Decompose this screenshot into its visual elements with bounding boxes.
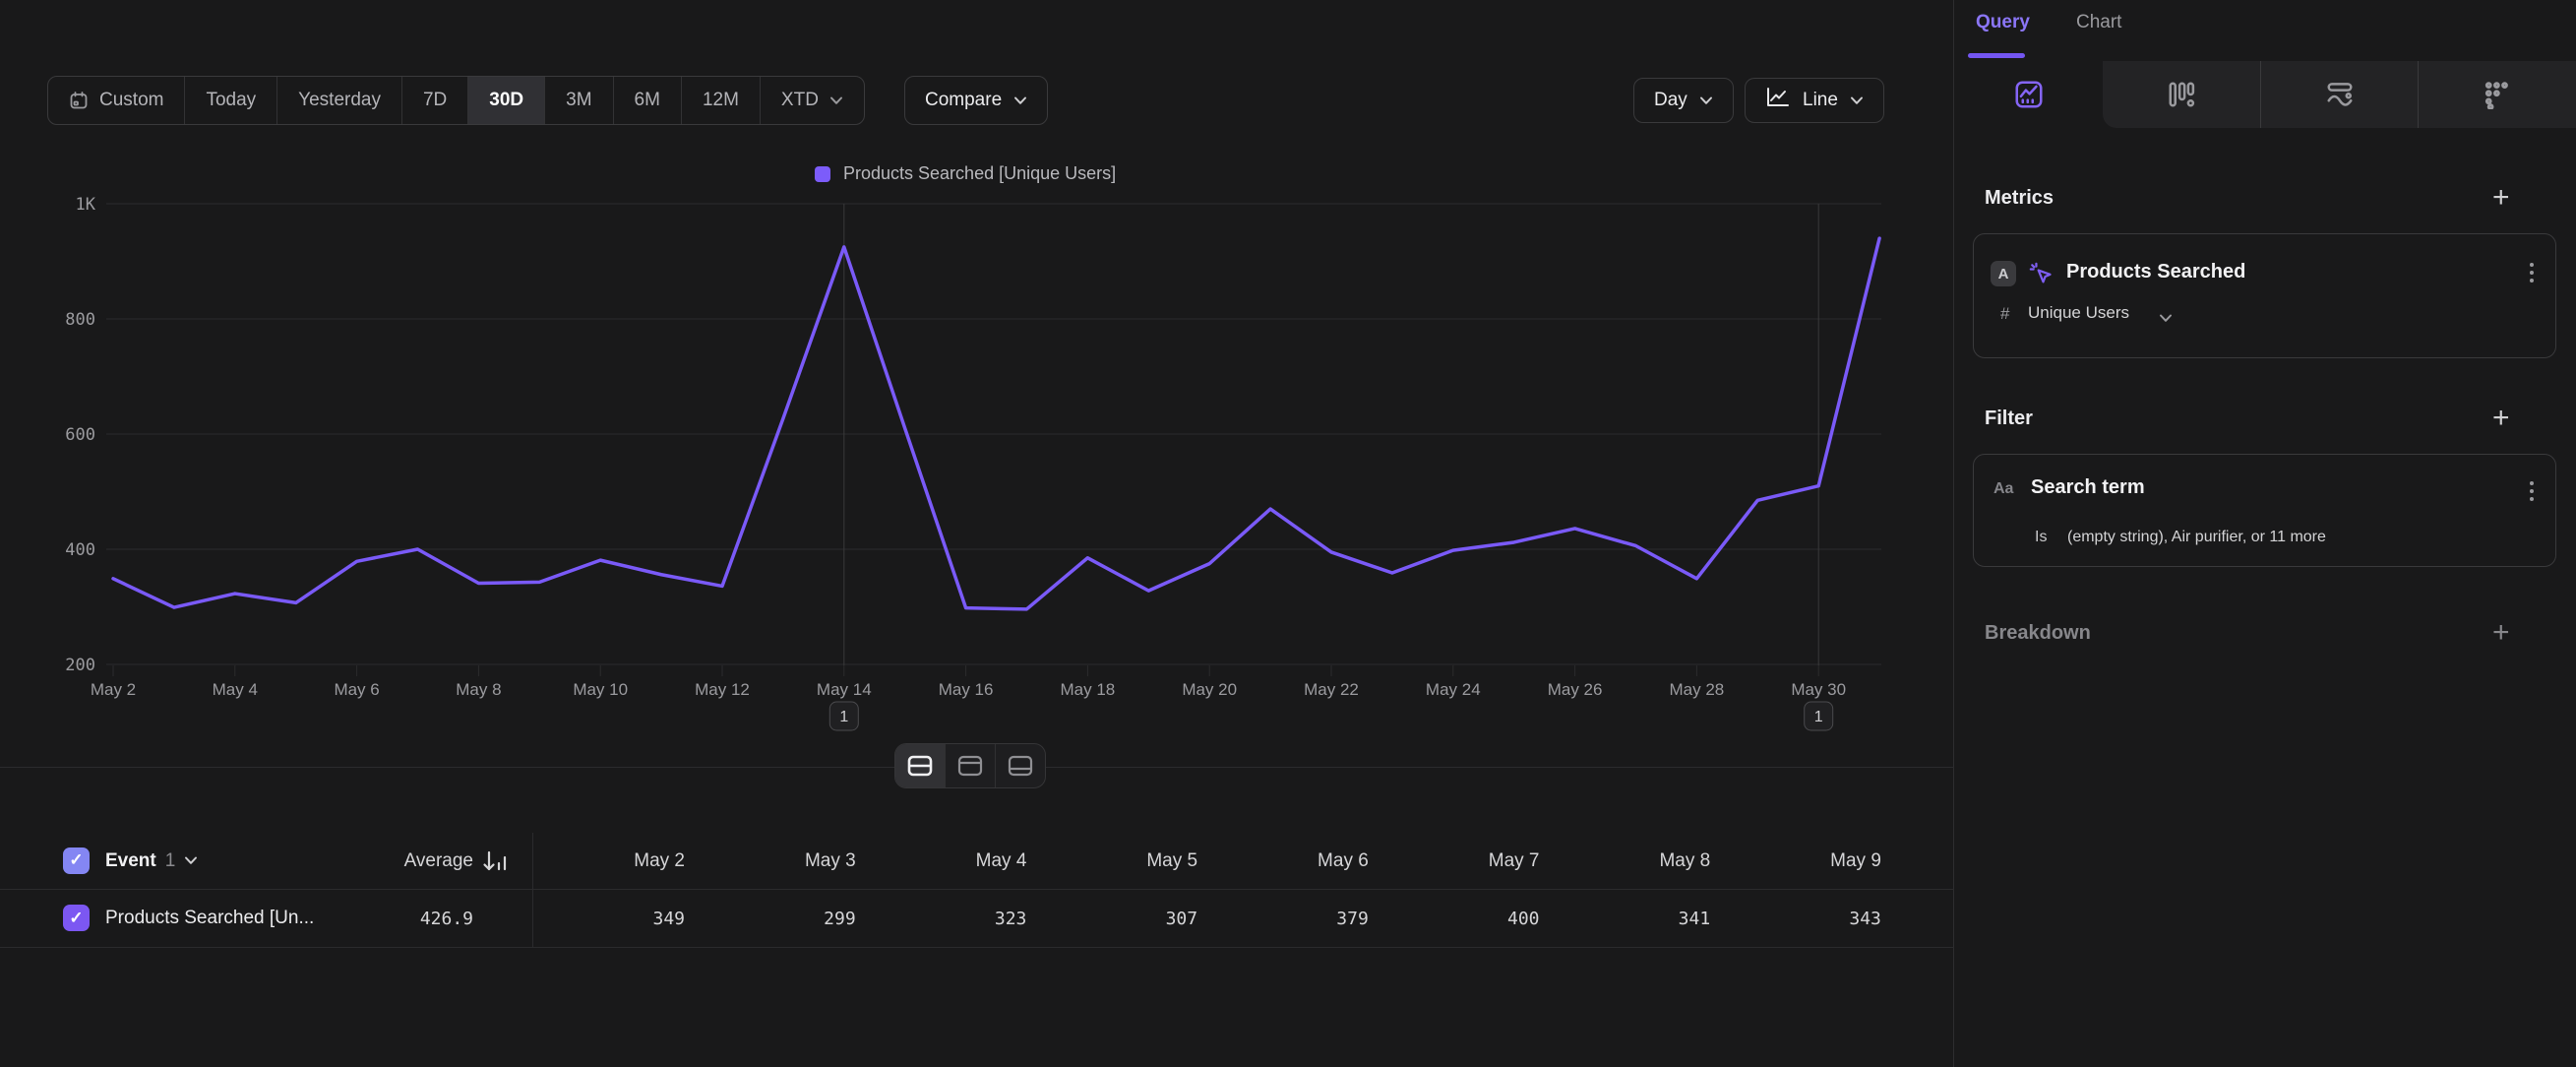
add-breakdown-button[interactable]: + [2492, 618, 2510, 648]
retention-icon [2325, 80, 2355, 109]
x-axis-label: May 18 [1061, 680, 1116, 699]
date-column-header[interactable]: May 3 [708, 833, 856, 889]
row-data-value: 299 [708, 890, 856, 947]
filter-value[interactable]: (empty string), Air purifier, or 11 more [2067, 529, 2326, 546]
funnels-icon [2167, 80, 2196, 109]
x-axis-label: May 2 [91, 680, 136, 699]
add-metric-button[interactable]: + [2492, 183, 2510, 213]
x-axis-label: May 4 [213, 680, 258, 699]
report-type-tabs [2103, 61, 2576, 128]
x-axis-label: May 30 [1791, 680, 1846, 699]
filter-operator[interactable]: Is [2035, 529, 2047, 546]
layout-toggle-group [894, 743, 1046, 788]
row-data-value: 379 [1221, 890, 1369, 947]
date-column-header[interactable]: May 8 [1563, 833, 1710, 889]
row-data-value: 349 [537, 890, 685, 947]
x-axis-label: May 6 [334, 680, 379, 699]
measure-label: Unique Users [2028, 303, 2129, 322]
select-all-checkbox[interactable]: ✓ [63, 847, 90, 874]
row-data-value: 341 [1563, 890, 1710, 947]
filter-property-name[interactable]: Search term [2031, 476, 2145, 499]
flows-icon [2483, 80, 2512, 109]
report-type-funnels-tab[interactable] [2103, 61, 2260, 128]
layout-top-bar-button[interactable] [945, 744, 995, 787]
row-data-value: 323 [879, 890, 1026, 947]
chevron-down-icon [2159, 310, 2173, 328]
date-column-header[interactable]: May 4 [879, 833, 1026, 889]
x-axis-label: May 28 [1670, 680, 1725, 699]
y-axis-label: 600 [65, 425, 95, 445]
report-main-pane: CustomTodayYesterday7D30D3M6M12MXTD Comp… [0, 0, 1954, 1067]
x-axis-label: May 8 [456, 680, 501, 699]
date-column-header[interactable]: May 9 [1734, 833, 1881, 889]
measure-dropdown[interactable]: Unique Users [2028, 303, 2129, 323]
filter-card[interactable]: Aa Search term Is (empty string), Air pu… [1973, 454, 2556, 567]
string-type-icon: Aa [1993, 480, 2013, 498]
x-axis-label: May 10 [573, 680, 628, 699]
line-chart: 1K 800 600 400 200 May 2 May 4 May 6 May 8 May 10… [0, 0, 1954, 748]
x-axis-label: May 12 [695, 680, 750, 699]
report-type-flows-tab[interactable] [2418, 61, 2576, 128]
insights-icon [2014, 80, 2044, 109]
metric-card[interactable]: A Products Searched # Unique Users [1973, 233, 2556, 358]
event-count: 1 [165, 850, 176, 872]
x-axis-label: May 14 [817, 680, 872, 699]
filter-section-title: Filter [1985, 408, 2033, 430]
active-tab-underline [1968, 53, 2025, 58]
row-data-value: 307 [1050, 890, 1197, 947]
table-data-row: ✓ Products Searched [Un... 426.9 349 299 32… [0, 890, 1954, 948]
average-header-label: Average [404, 850, 473, 872]
table-header-row: ✓ Event 1 Average May 2 May 3 May 4 May 5 Ma… [0, 833, 1954, 890]
layout-bottom-bar-button[interactable] [995, 744, 1045, 787]
metric-options-kebab-icon[interactable] [2530, 263, 2534, 282]
row-average-value: 426.9 [306, 890, 473, 947]
measure-hash-icon: # [2000, 304, 2009, 324]
date-column-header[interactable]: May 6 [1221, 833, 1369, 889]
chevron-down-icon [184, 852, 198, 870]
y-axis-label: 800 [65, 310, 95, 330]
report-type-insights-tab[interactable] [1955, 61, 2103, 128]
y-axis-label: 200 [65, 656, 95, 675]
date-column-header[interactable]: May 2 [537, 833, 685, 889]
sort-descending-icon[interactable] [481, 848, 508, 879]
x-axis-label: May 16 [939, 680, 994, 699]
x-axis-label: May 24 [1426, 680, 1481, 699]
layout-split-horizontal-button[interactable] [895, 744, 945, 787]
annotation-badge[interactable]: 1 [829, 702, 858, 730]
filter-options-kebab-icon[interactable] [2530, 481, 2534, 501]
average-column-header[interactable]: Average [306, 833, 473, 889]
report-type-retention-tab[interactable] [2260, 61, 2419, 128]
series-line [113, 238, 1879, 609]
x-axis-label: May 22 [1304, 680, 1359, 699]
event-cursor-icon [2028, 261, 2055, 292]
date-column-header[interactable]: May 7 [1392, 833, 1540, 889]
tab-query[interactable]: Query [1976, 12, 2030, 33]
metric-name[interactable]: Products Searched [2066, 261, 2245, 283]
event-header-label: Event [105, 850, 156, 872]
y-axis-label: 1K [76, 195, 96, 215]
row-checkbox[interactable]: ✓ [63, 905, 90, 931]
table-column-separator [532, 833, 533, 948]
metric-letter-badge: A [1991, 261, 2016, 286]
tab-chart[interactable]: Chart [2076, 12, 2121, 33]
x-axis-label: May 26 [1548, 680, 1603, 699]
x-axis-label: May 20 [1182, 680, 1237, 699]
row-data-value: 400 [1392, 890, 1540, 947]
row-data-value: 343 [1734, 890, 1881, 947]
annotation-badge[interactable]: 1 [1805, 702, 1833, 730]
breakdown-section-title: Breakdown [1985, 622, 2091, 645]
add-filter-button[interactable]: + [2492, 404, 2510, 433]
row-event-label[interactable]: Products Searched [Un... [105, 890, 314, 947]
query-sidebar: Query Chart Metrics + A Products Searche… [1955, 0, 2576, 1067]
event-column-header[interactable]: Event 1 [105, 833, 198, 889]
metrics-section-title: Metrics [1985, 187, 2054, 210]
date-column-header[interactable]: May 5 [1050, 833, 1197, 889]
svg-text:1: 1 [1814, 709, 1823, 725]
svg-text:1: 1 [839, 709, 848, 725]
y-axis-label: 400 [65, 540, 95, 560]
